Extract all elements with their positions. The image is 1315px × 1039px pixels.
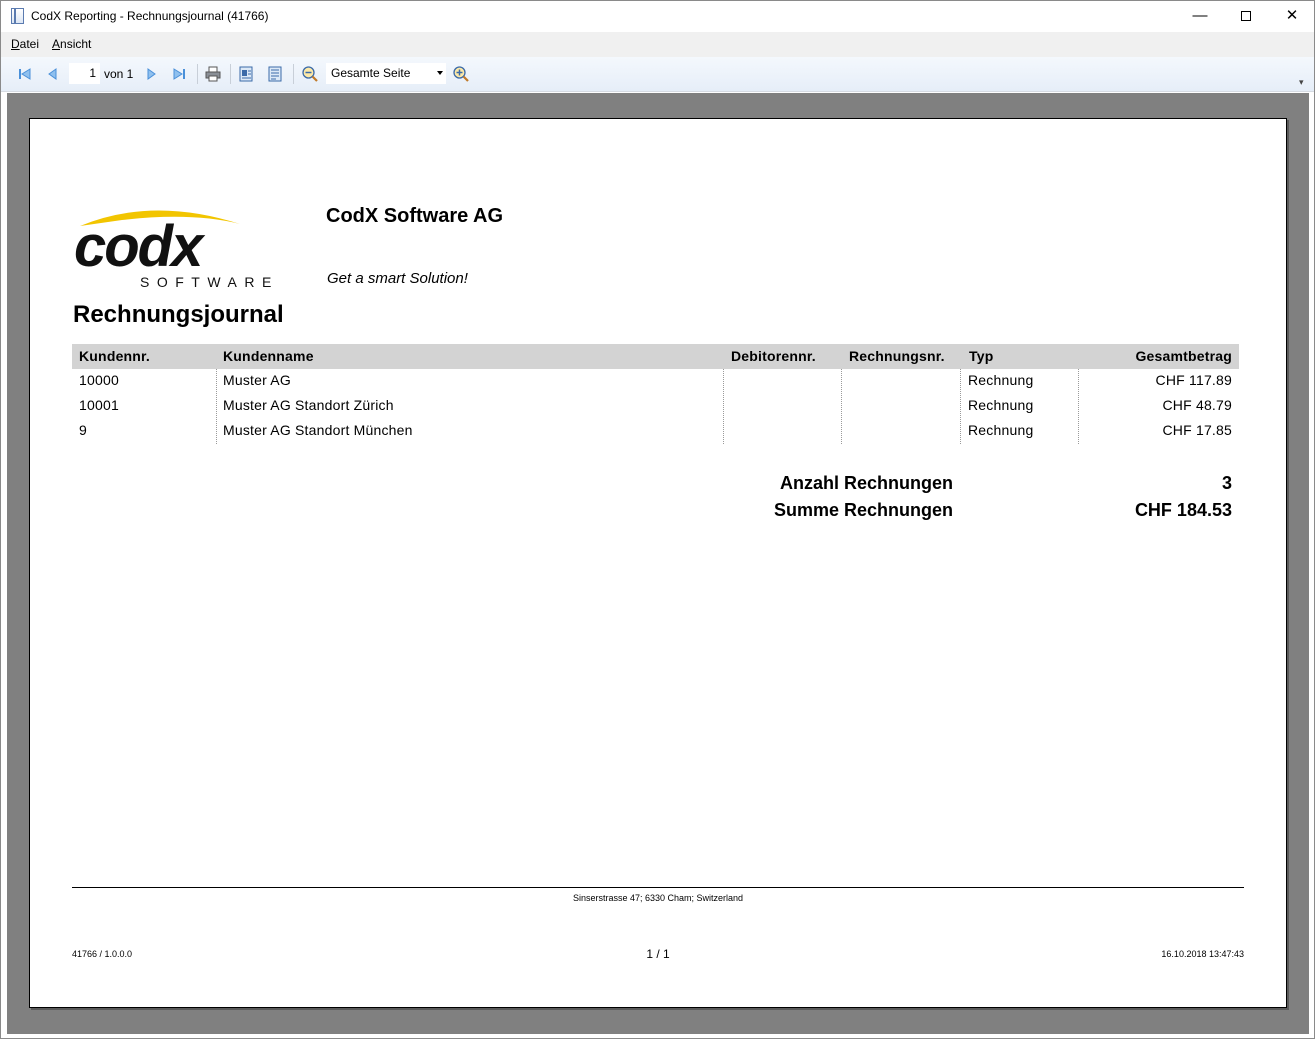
table-row: 10001 Muster AG Standort Zürich Rechnung… — [72, 394, 1239, 419]
footer-address: Sinserstrasse 47; 6330 Cham; Switzerland — [572, 893, 744, 903]
first-page-icon[interactable] — [16, 65, 34, 83]
menu-datei[interactable]: Datei — [11, 37, 39, 51]
header-rechnungsnr: Rechnungsnr. — [849, 348, 945, 364]
toolbar-overflow-icon[interactable]: ▾ — [1299, 77, 1304, 88]
summary-count-label: Anzahl Rechnungen — [779, 473, 953, 493]
cell-gesamtbetrag: CHF 48.79 — [1162, 397, 1232, 413]
table-row: 10000 Muster AG Rechnung CHF 117.89 — [72, 369, 1239, 394]
close-button[interactable]: ✕ — [1269, 1, 1315, 32]
title-bar: CodX Reporting - Rechnungsjournal (41766… — [1, 1, 1314, 32]
zoom-dropdown[interactable]: Gesamte Seite — [326, 63, 446, 84]
company-name: CodX Software AG — [326, 205, 504, 227]
cell-gesamtbetrag: CHF 117.89 — [1155, 372, 1232, 388]
codx-logo: codx SOFTWARE — [74, 210, 279, 290]
toolbar-separator — [293, 64, 294, 84]
cell-kundennr: 9 — [79, 422, 87, 438]
table-row: 9 Muster AG Standort München Rechnung CH… — [72, 419, 1239, 444]
menu-bar: Datei Ansicht — [1, 32, 1314, 57]
cell-kundennr: 10001 — [79, 397, 119, 413]
header-kundennr: Kundennr. — [79, 348, 151, 364]
zoom-value: Gesamte Seite — [331, 66, 411, 80]
toolbar-separator — [230, 64, 231, 84]
cell-kundenname: Muster AG Standort Zürich — [223, 397, 394, 413]
footer-version: 41766 / 1.0.0.0 — [72, 949, 133, 959]
report-viewer-window: CodX Reporting - Rechnungsjournal (41766… — [0, 0, 1315, 1039]
cell-typ: Rechnung — [968, 422, 1034, 438]
maximize-button[interactable] — [1223, 1, 1269, 32]
page-count-label: von 1 — [104, 67, 134, 81]
cell-kundennr: 10000 — [79, 372, 119, 388]
header-gesamtbetrag: Gesamtbetrag — [1135, 348, 1232, 364]
footer-datetime: 16.10.2018 13:47:43 — [1161, 949, 1244, 959]
header-typ: Typ — [969, 348, 994, 364]
header-debitorennr: Debitorennr. — [731, 348, 816, 364]
footer-page-count: 1 / 1 — [646, 947, 670, 961]
minimize-icon: — — [1192, 7, 1208, 24]
page-setup-icon[interactable] — [266, 65, 284, 83]
export-icon[interactable] — [237, 65, 255, 83]
zoom-out-icon[interactable] — [301, 65, 319, 83]
page-number-input[interactable]: 1 — [69, 63, 100, 84]
chevron-down-icon — [437, 71, 443, 75]
previous-page-icon[interactable] — [44, 65, 62, 83]
window-title: CodX Reporting - Rechnungsjournal (41766… — [31, 9, 269, 23]
cell-kundenname: Muster AG Standort München — [223, 422, 413, 438]
next-page-icon[interactable] — [142, 65, 160, 83]
maximize-icon — [1241, 11, 1251, 21]
toolbar-separator — [197, 64, 198, 84]
table-header: Kundennr. Kundenname Debitorennr. Rechnu… — [72, 344, 1239, 369]
zoom-in-icon[interactable] — [452, 65, 470, 83]
menu-ansicht[interactable]: Ansicht — [52, 37, 91, 51]
summary-sum-label: Summe Rechnungen — [773, 500, 953, 520]
invoice-table: Kundennr. Kundenname Debitorennr. Rechnu… — [72, 344, 1239, 444]
footer-divider — [72, 887, 1244, 888]
cell-typ: Rechnung — [968, 372, 1034, 388]
logo-subword: SOFTWARE — [140, 274, 279, 290]
summary-count-value: 3 — [1221, 473, 1232, 493]
app-report-icon — [11, 8, 24, 24]
report-page: codx SOFTWARE CodX Software AG Get a sma… — [29, 118, 1287, 1008]
logo-word: codx — [74, 214, 206, 279]
minimize-button[interactable]: — — [1177, 1, 1223, 32]
summary-sum-value: CHF 184.53 — [1134, 500, 1232, 520]
cell-typ: Rechnung — [968, 397, 1034, 413]
toolbar: 1 von 1 Gesamte Seite ▾ — [1, 57, 1314, 92]
preview-area[interactable]: codx SOFTWARE CodX Software AG Get a sma… — [7, 93, 1309, 1034]
cell-kundenname: Muster AG — [223, 372, 291, 388]
company-slogan: Get a smart Solution! — [327, 270, 468, 287]
last-page-icon[interactable] — [170, 65, 188, 83]
close-icon: ✕ — [1285, 7, 1299, 24]
header-kundenname: Kundenname — [223, 348, 314, 364]
report-title: Rechnungsjournal — [73, 301, 284, 328]
print-icon[interactable] — [204, 65, 222, 83]
cell-gesamtbetrag: CHF 17.85 — [1162, 422, 1232, 438]
